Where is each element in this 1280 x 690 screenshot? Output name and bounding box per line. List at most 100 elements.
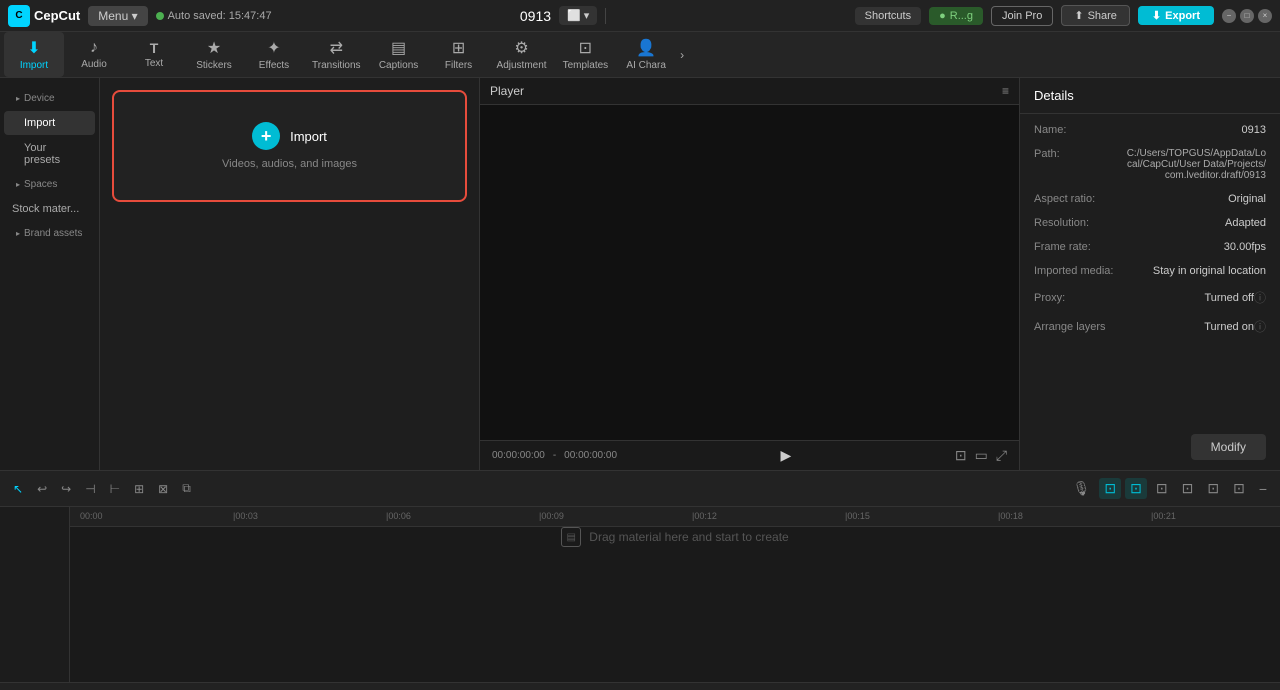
- drag-drop-hint: ▤ Drag material here and start to create: [561, 527, 788, 547]
- maximize-button[interactable]: □: [1240, 9, 1254, 23]
- sidebar-item-spaces[interactable]: Spaces: [4, 173, 95, 196]
- toolbar-item-templates[interactable]: ⊡ Templates: [555, 32, 617, 77]
- import-icon: ⬇: [27, 38, 40, 58]
- player-right-icons: ⊡ ▭ ⤢: [955, 447, 1007, 464]
- ruler-mark-4: |00:12: [692, 511, 717, 521]
- player-viewport: [480, 105, 1019, 440]
- timeline-body: 00:00 |00:03 |00:06 |00:09 |00:12 |00:15…: [0, 507, 1280, 682]
- close-button[interactable]: ×: [1258, 9, 1272, 23]
- shortcuts-button[interactable]: Shortcuts: [855, 7, 921, 25]
- timeline-ruler: 00:00 |00:03 |00:06 |00:09 |00:12 |00:15…: [70, 507, 1280, 527]
- timeline-minus-icon[interactable]: −: [1254, 479, 1272, 499]
- detail-value-imported-media: Stay in original location: [1124, 265, 1266, 277]
- adjustment-icon: ⚙: [514, 38, 528, 58]
- detail-label-path: Path:: [1034, 148, 1124, 160]
- detail-row-path: Path: C:/Users/TOPGUS/AppData/Local/CapC…: [1034, 148, 1266, 181]
- stickers-icon: ★: [207, 38, 221, 58]
- toolbar-item-adjustment[interactable]: ⚙ Adjustment: [489, 32, 555, 77]
- detail-label-arrange-layers: Arrange layers: [1034, 321, 1124, 333]
- sidebar-item-brand-assets[interactable]: Brand assets: [4, 222, 95, 245]
- ruler-mark-5: |00:15: [845, 511, 870, 521]
- timeline-tool-1[interactable]: ⊡: [1099, 478, 1121, 499]
- timeline-right-tools: 🎙 ⊡ ⊡ ⊡ ⊡ ⊡ ⊡ −: [1068, 478, 1272, 499]
- window-controls: − □ ×: [1222, 9, 1272, 23]
- sidebar-item-stock-material[interactable]: Stock mater...: [4, 197, 95, 221]
- effects-icon: ✦: [267, 38, 280, 58]
- media-content: + Import Videos, audios, and images: [100, 78, 479, 470]
- detail-label-imported-media: Imported media:: [1034, 265, 1124, 277]
- timeline-copy-tool[interactable]: ⧉: [177, 478, 196, 499]
- timeline-toolbar: ↖ ↩ ↪ ⊣ ⊢ ⊞ ⊠ ⧉ 🎙 ⊡ ⊡ ⊡ ⊡ ⊡ ⊡ −: [0, 471, 1280, 507]
- export-icon: ⬇: [1152, 9, 1161, 22]
- minimize-button[interactable]: −: [1222, 9, 1236, 23]
- detail-row-aspect: Aspect ratio: Original: [1034, 193, 1266, 205]
- timeline-select-tool[interactable]: ↖: [8, 479, 28, 499]
- timeline-tool-4[interactable]: ⊡: [1177, 478, 1199, 499]
- detail-value-name: 0913: [1124, 124, 1266, 136]
- detail-value-path: C:/Users/TOPGUS/AppData/Local/CapCut/Use…: [1124, 148, 1266, 181]
- player-title: Player: [490, 84, 524, 98]
- logo: C CepCut: [8, 5, 80, 27]
- ruler-mark-7: |00:21: [1151, 511, 1176, 521]
- share-button[interactable]: ⬆ Share: [1061, 5, 1130, 26]
- ai-chara-icon: 👤: [636, 38, 656, 58]
- detail-row-framerate: Frame rate: 30.00fps: [1034, 241, 1266, 253]
- toolbar-item-audio[interactable]: ♪ Audio: [64, 33, 124, 76]
- project-name: 0913: [520, 8, 551, 24]
- menu-button[interactable]: Menu ▾: [88, 6, 147, 26]
- detail-label-framerate: Frame rate:: [1034, 241, 1124, 253]
- timeline-tool-3[interactable]: ⊡: [1151, 478, 1173, 499]
- timeline-area: ↖ ↩ ↪ ⊣ ⊢ ⊞ ⊠ ⧉ 🎙 ⊡ ⊡ ⊡ ⊡ ⊡ ⊡ − 00:00 |0…: [0, 470, 1280, 690]
- play-button[interactable]: ▶: [781, 447, 792, 464]
- timeline-tool-6[interactable]: ⊡: [1228, 478, 1250, 499]
- player-time-start: 00:00:00:00: [492, 450, 545, 461]
- toolbar-item-transitions[interactable]: ⇄ Transitions: [304, 32, 369, 77]
- join-pro-button[interactable]: Join Pro: [991, 6, 1053, 26]
- player-time-end: 00:00:00:00: [564, 450, 617, 461]
- screen-layout-button[interactable]: ⬜ ▾: [559, 6, 597, 25]
- profile-button[interactable]: ● R...g: [929, 7, 983, 25]
- timeline-tool-2[interactable]: ⊡: [1125, 478, 1147, 499]
- fullscreen-icon[interactable]: ⤢: [996, 447, 1007, 464]
- timeline-scrollbar[interactable]: [0, 682, 1280, 690]
- toolbar-item-captions[interactable]: ▤ Captions: [369, 32, 429, 77]
- toolbar: ⬇ Import ♪ Audio T Text ★ Stickers ✦ Eff…: [0, 32, 1280, 78]
- sidebar-item-import[interactable]: Import: [4, 111, 95, 135]
- templates-icon: ⊡: [579, 38, 592, 58]
- detail-row-resolution: Resolution: Adapted: [1034, 217, 1266, 229]
- modify-button[interactable]: Modify: [1191, 434, 1266, 460]
- toolbar-label-audio: Audio: [81, 59, 107, 70]
- toolbar-item-ai-chara[interactable]: 👤 AI Chara: [616, 32, 676, 77]
- timeline-split2-tool[interactable]: ⊢: [105, 479, 125, 499]
- toolbar-item-text[interactable]: T Text: [124, 34, 184, 75]
- player-menu-icon[interactable]: ≡: [1002, 84, 1009, 98]
- toolbar-label-ai-chara: AI Chara: [626, 60, 665, 71]
- arrange-layers-info-icon[interactable]: ⓘ: [1254, 318, 1266, 335]
- timeline-mic-icon[interactable]: 🎙: [1068, 478, 1096, 499]
- sidebar-item-your-presets[interactable]: Your presets: [4, 136, 95, 172]
- ruler-mark-3: |00:09: [539, 511, 564, 521]
- detail-label-name: Name:: [1034, 124, 1124, 136]
- timeline-split1-tool[interactable]: ⊣: [80, 479, 100, 499]
- timeline-fit-tool[interactable]: ⊞: [129, 479, 149, 499]
- sidebar-item-device[interactable]: Device: [4, 87, 95, 110]
- logo-text: CepCut: [34, 8, 80, 23]
- timeline-undo-tool[interactable]: ↩: [32, 479, 52, 499]
- toolbar-label-transitions: Transitions: [312, 60, 361, 71]
- details-panel: Details Name: 0913 Path: C:/Users/TOPGUS…: [1020, 78, 1280, 470]
- import-drop-area[interactable]: + Import Videos, audios, and images: [112, 90, 467, 202]
- toolbar-item-import[interactable]: ⬇ Import: [4, 32, 64, 77]
- aspect-ratio-icon[interactable]: ▭: [975, 447, 988, 464]
- toolbar-item-effects[interactable]: ✦ Effects: [244, 32, 304, 77]
- audio-icon: ♪: [90, 39, 98, 57]
- timeline-redo-tool[interactable]: ↪: [56, 479, 76, 499]
- proxy-info-icon[interactable]: ⓘ: [1254, 289, 1266, 306]
- toolbar-item-filters[interactable]: ⊞ Filters: [429, 32, 489, 77]
- timeline-tool-5[interactable]: ⊡: [1202, 478, 1224, 499]
- detail-row-proxy: Proxy: Turned off ⓘ: [1034, 289, 1266, 306]
- toolbar-more-button[interactable]: ›: [676, 42, 688, 68]
- export-button[interactable]: ⬇ Export: [1138, 6, 1214, 25]
- toolbar-item-stickers[interactable]: ★ Stickers: [184, 32, 244, 77]
- timeline-delete-tool[interactable]: ⊠: [153, 479, 173, 499]
- screenshot-icon[interactable]: ⊡: [955, 447, 967, 464]
